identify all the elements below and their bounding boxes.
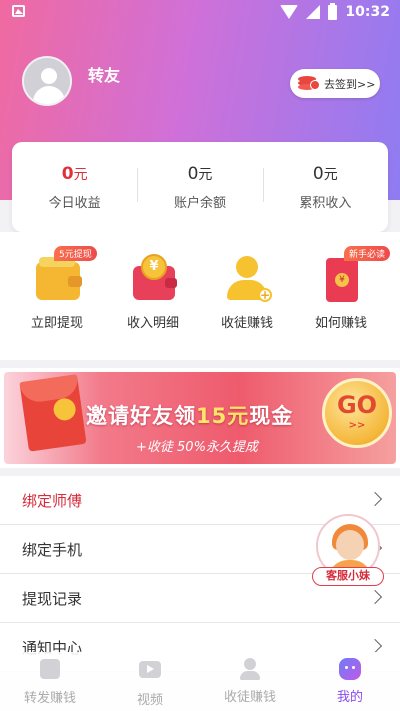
- nav-forward-earn[interactable]: 转发赚钱: [0, 652, 100, 711]
- chevron-right-icon: [367, 638, 383, 654]
- balance-label: 累积收入: [299, 195, 352, 211]
- video-icon: [139, 661, 161, 678]
- status-bar: 10:32: [0, 0, 400, 24]
- battery-icon: [328, 2, 338, 20]
- quick-label: 如何赚钱: [314, 316, 367, 331]
- nav-label: 我的: [336, 690, 363, 705]
- nav-label: 视频: [136, 693, 163, 708]
- coin-icon: ¥: [141, 254, 167, 280]
- checkin-button[interactable]: 去签到>>: [290, 69, 380, 98]
- withdraw-badge: 5元提现: [54, 246, 97, 261]
- balance-total[interactable]: 0元 累积收入: [262, 163, 388, 211]
- quick-recruit[interactable]: + 收徒赚钱: [202, 252, 292, 331]
- plus-icon: +: [258, 288, 272, 302]
- newbie-badge: 新手必读: [344, 246, 391, 261]
- chevron-right-icon: [367, 491, 383, 507]
- coin-stack-icon: [298, 75, 320, 92]
- invite-banner[interactable]: 邀请好友领15元现金 +收徒 50%永久提成 GO >>: [0, 368, 400, 468]
- signal-icon: [306, 5, 321, 19]
- balance-account[interactable]: 0元 账户余额: [137, 164, 262, 211]
- quick-how-to-earn[interactable]: ¥ 新手必读 如何赚钱: [296, 246, 391, 331]
- balance-today[interactable]: 0元 今日收益: [12, 164, 137, 211]
- avatar-head-icon: [41, 68, 57, 84]
- nav-recruit[interactable]: 收徒赚钱: [200, 652, 300, 711]
- nav-label: 转发赚钱: [23, 691, 76, 706]
- chevron-right-icon: [367, 589, 383, 605]
- nav-me[interactable]: 我的: [300, 652, 400, 711]
- balance-value: 0元: [312, 163, 338, 184]
- menu-label: 提现记录: [22, 589, 83, 608]
- red-envelope-icon: ¥: [326, 258, 358, 302]
- banner-title: 邀请好友领15元现金: [86, 404, 294, 428]
- quick-actions: 5元提现 立即提现 ¥ 收入明细 + 收徒赚钱 ¥ 新手必读 如何赚钱: [0, 232, 400, 360]
- username: 转友: [88, 66, 121, 85]
- me-icon: [339, 658, 361, 680]
- quick-label: 立即提现: [30, 316, 83, 331]
- add-user-icon: [236, 256, 258, 278]
- menu-label: 绑定师傅: [22, 491, 83, 510]
- user-icon: [239, 658, 261, 680]
- balance-label: 今日收益: [48, 195, 101, 211]
- nav-video[interactable]: 视频: [100, 652, 200, 711]
- status-time: 10:32: [345, 4, 390, 20]
- service-label: 客服小妹: [312, 567, 384, 586]
- avatar[interactable]: [22, 56, 72, 106]
- document-icon: [40, 659, 60, 679]
- balance-value: 0元: [61, 163, 88, 184]
- quick-label: 收徒赚钱: [220, 316, 273, 331]
- menu-label: 绑定手机: [22, 540, 83, 559]
- avatar-body-icon: [33, 86, 65, 104]
- wallet-icon: [36, 257, 82, 300]
- quick-income-detail[interactable]: ¥ 收入明细: [108, 252, 198, 331]
- bottom-nav: 转发赚钱 视频 收徒赚钱 我的: [0, 652, 400, 711]
- banner-envelope-icon: [19, 374, 87, 452]
- checkin-label: 去签到>>: [324, 77, 376, 91]
- quick-label: 收入明细: [126, 316, 179, 331]
- banner-subtitle: +收徒 50%永久提成: [136, 440, 258, 455]
- customer-service-button[interactable]: 客服小妹: [312, 514, 388, 590]
- balance-value: 0元: [187, 163, 213, 184]
- balance-card: 0元 今日收益 0元 账户余额 0元 累积收入: [12, 142, 388, 232]
- wifi-icon: [280, 5, 299, 19]
- gallery-icon: [12, 5, 25, 17]
- go-button[interactable]: GO >>: [322, 378, 392, 448]
- quick-withdraw[interactable]: 5元提现 立即提现: [12, 246, 102, 331]
- balance-label: 账户余额: [173, 195, 226, 211]
- nav-label: 收徒赚钱: [223, 690, 276, 705]
